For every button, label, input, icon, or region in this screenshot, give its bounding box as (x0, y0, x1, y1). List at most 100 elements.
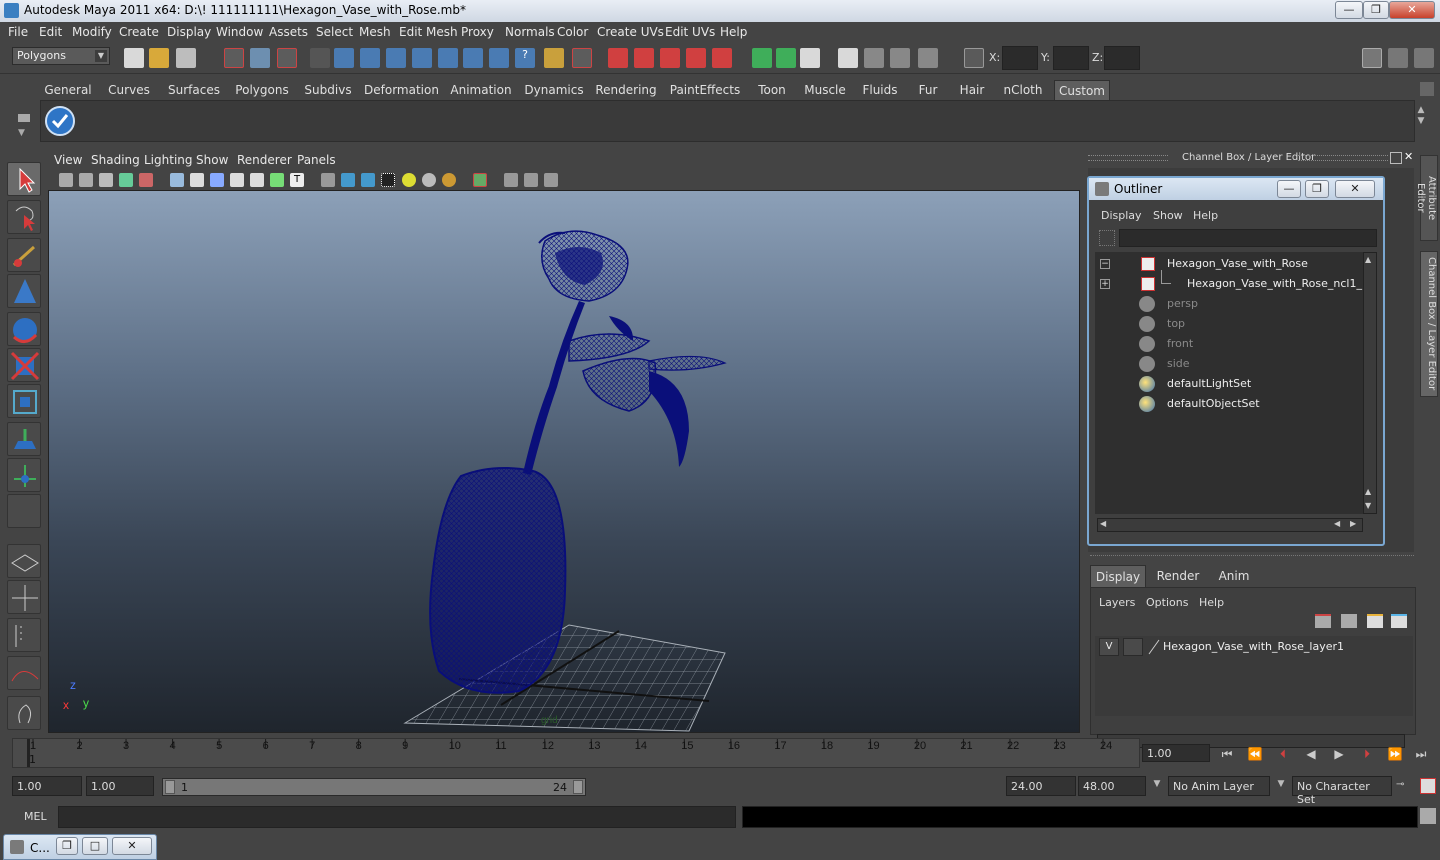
four-view-layout-icon[interactable] (7, 580, 41, 614)
field-chart-icon[interactable] (250, 173, 264, 187)
layer-menu-layers[interactable]: Layers (1099, 596, 1135, 609)
rotate-tool-icon[interactable] (7, 312, 41, 346)
move-tool-icon[interactable] (7, 274, 41, 308)
viewport-menu-shading[interactable]: Shading (91, 153, 140, 167)
scroll-up-icon[interactable]: ▲ (1365, 255, 1371, 264)
scroll-down-icon[interactable]: ▼ (1365, 501, 1371, 510)
absolute-transform-icon[interactable] (964, 48, 984, 68)
step-forward-key-icon[interactable]: ⏵ (1358, 747, 1376, 763)
go-to-end-icon[interactable]: ⏭ (1412, 747, 1430, 763)
mask-menu-icon[interactable] (310, 48, 330, 68)
render-settings-icon[interactable] (918, 48, 938, 68)
tab-hair[interactable]: Hair (958, 80, 986, 100)
outliner-maximize-button[interactable]: ❐ (1305, 180, 1329, 198)
chevron-down-icon[interactable]: ▼ (1150, 779, 1164, 793)
viewport-menu-renderer[interactable]: Renderer (237, 153, 292, 167)
channel-box-toggle-icon[interactable] (1414, 48, 1434, 68)
menu-create[interactable]: Create (119, 25, 159, 39)
single-perspective-layout-icon[interactable] (7, 544, 41, 578)
animation-end-field[interactable]: 48.00 (1078, 776, 1146, 796)
tab-anim-layers[interactable]: Anim (1210, 565, 1258, 587)
layer-menu-help[interactable]: Help (1199, 596, 1224, 609)
tab-channel-box-layer-editor[interactable]: Channel Box / Layer Editor (1420, 251, 1438, 397)
output-ops-icon[interactable] (776, 48, 796, 68)
go-to-start-icon[interactable]: ⏮ (1218, 747, 1236, 763)
smooth-shade-icon[interactable] (341, 173, 355, 187)
tab-toon[interactable]: Toon (754, 80, 790, 100)
menu-proxy[interactable]: Proxy (461, 25, 494, 39)
grease-pencil-icon[interactable] (139, 173, 153, 187)
new-scene-icon[interactable] (124, 48, 144, 68)
move-layer-up-icon[interactable] (1315, 614, 1331, 628)
tab-animation[interactable]: Animation (446, 80, 516, 100)
snap-point-icon[interactable] (660, 48, 680, 68)
tab-rendering[interactable]: Rendering (594, 80, 658, 100)
layer-name[interactable]: Hexagon_Vase_with_Rose_layer1 (1163, 640, 1344, 653)
script-editor-icon[interactable] (1420, 808, 1436, 824)
menu-set-selector[interactable]: Polygons ▼ (12, 47, 110, 65)
move-layer-down-icon[interactable] (1341, 614, 1357, 628)
menu-create-uvs[interactable]: Create UVs (597, 25, 664, 39)
menu-edit[interactable]: Edit (39, 25, 62, 39)
scroll-right-icon[interactable]: ▶ (1350, 519, 1356, 528)
dock-grip[interactable] (1088, 155, 1168, 161)
minimize-button[interactable]: — (1335, 1, 1363, 19)
menu-edit-mesh[interactable]: Edit Mesh (399, 25, 458, 39)
shadows-icon[interactable] (422, 173, 436, 187)
select-rendering-icon[interactable] (489, 48, 509, 68)
expand-icon[interactable]: + (1100, 279, 1110, 289)
tab-custom[interactable]: Custom (1054, 80, 1110, 100)
soft-modification-icon[interactable] (7, 422, 41, 456)
time-slider[interactable]: 1 2 3 4 5 6 7 8 9 10 11 12 13 14 15 16 17 18 19 20 21 22 23 24 … (12, 738, 1140, 768)
snap-grid-icon[interactable] (608, 48, 628, 68)
play-backwards-icon[interactable]: ◀ (1302, 747, 1320, 763)
outliner-horizontal-scrollbar[interactable]: ◀ ◀ ▶ (1097, 518, 1363, 532)
select-curve-icon[interactable] (386, 48, 406, 68)
menu-window[interactable]: Window (216, 25, 263, 39)
viewport-menu-panels[interactable]: Panels (297, 153, 336, 167)
outliner-minimize-button[interactable]: — (1277, 180, 1301, 198)
create-empty-layer-icon[interactable] (1367, 614, 1383, 628)
y-field[interactable] (1053, 46, 1089, 70)
collapse-icon[interactable]: − (1100, 259, 1110, 269)
render-current-frame-icon[interactable] (864, 48, 884, 68)
select-joint-icon[interactable] (360, 48, 380, 68)
universal-manipulator-icon[interactable] (7, 384, 41, 418)
tab-general[interactable]: General (40, 80, 96, 100)
step-back-key-icon[interactable]: ⏴ (1274, 747, 1292, 763)
list-item[interactable]: + Hexagon_Vase_with_Rose_ncl1_1 (1095, 270, 1369, 294)
tab-deformation[interactable]: Deformation (364, 80, 439, 100)
xray-icon[interactable] (504, 173, 518, 187)
shelf-menu-icon[interactable] (18, 114, 30, 122)
menu-assets[interactable]: Assets (269, 25, 308, 39)
shelf-scroll-icon[interactable]: ▲ ▼ (1415, 105, 1427, 139)
construction-history-icon[interactable] (800, 48, 820, 68)
outliner-vertical-scrollbar[interactable]: ▲ ▲ ▼ (1363, 252, 1377, 514)
wireframe-on-shaded-icon[interactable] (361, 173, 375, 187)
trash-icon[interactable] (1420, 82, 1434, 96)
show-manipulator-icon[interactable] (7, 458, 41, 492)
scroll-up-small-icon[interactable]: ▲ (1365, 487, 1371, 496)
layer-display-type-toggle[interactable] (1123, 638, 1143, 656)
textured-icon[interactable] (381, 173, 395, 187)
paint-select-tool-icon[interactable] (7, 238, 41, 272)
minimized-window[interactable]: C... ❐ □ ✕ (3, 834, 157, 860)
select-tool-icon[interactable] (7, 162, 41, 196)
animation-start-field[interactable]: 1.00 (12, 776, 82, 796)
filter-icon[interactable] (1099, 230, 1115, 246)
hypershade-layout-icon[interactable] (7, 696, 41, 730)
outliner-titlebar[interactable]: Outliner — ❐ ✕ (1089, 178, 1383, 200)
step-back-frame-icon[interactable]: ⏪ (1246, 747, 1264, 763)
tab-painteffects[interactable]: PaintEffects (668, 80, 742, 100)
open-scene-icon[interactable] (149, 48, 169, 68)
custom-shelf-checkmark-icon[interactable] (44, 105, 76, 137)
tab-render-layers[interactable]: Render (1152, 565, 1204, 587)
list-item[interactable]: defaultObjectSet (1095, 394, 1355, 414)
layer-visibility-toggle[interactable]: V (1099, 638, 1119, 656)
outliner-close-button[interactable]: ✕ (1335, 180, 1375, 198)
create-layer-from-selected-icon[interactable] (1391, 614, 1407, 628)
gate-mask-icon[interactable] (230, 173, 244, 187)
tab-fluids[interactable]: Fluids (862, 80, 898, 100)
tab-ncloth[interactable]: nCloth (1002, 80, 1044, 100)
film-gate-icon[interactable] (190, 173, 204, 187)
